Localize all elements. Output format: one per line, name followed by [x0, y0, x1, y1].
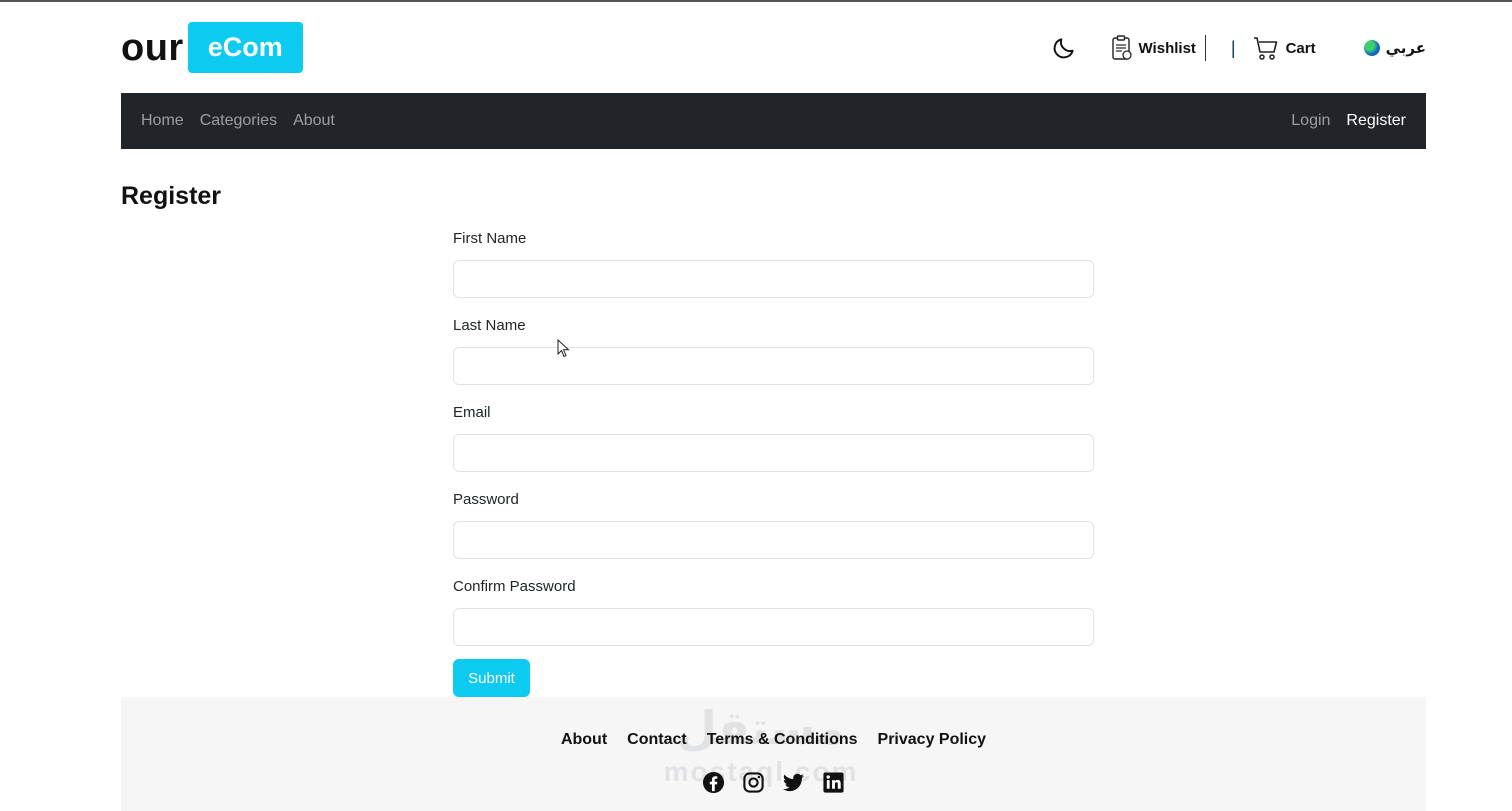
- language-switch[interactable]: عربي: [1363, 39, 1426, 57]
- first-name-label: First Name: [453, 230, 527, 247]
- email-input[interactable]: [453, 434, 1094, 472]
- email-group: Email: [453, 403, 1094, 490]
- logo-text-ecom: eCom: [187, 22, 303, 73]
- last-name-group: Last Name: [453, 316, 1094, 403]
- footer-link-about[interactable]: About: [561, 731, 607, 749]
- logo-text-our: our: [121, 26, 184, 69]
- linkedin-icon[interactable]: [822, 771, 845, 794]
- nav-categories[interactable]: Categories: [200, 112, 277, 130]
- footer-link-terms[interactable]: Terms & Conditions: [707, 731, 858, 749]
- footer-link-privacy[interactable]: Privacy Policy: [878, 731, 987, 749]
- header-separator: |: [1230, 37, 1236, 58]
- nav-register[interactable]: Register: [1346, 112, 1406, 130]
- facebook-icon[interactable]: [702, 771, 725, 794]
- wishlist-link[interactable]: Wishlist: [1111, 35, 1206, 61]
- brand-logo[interactable]: our eCom: [121, 22, 303, 73]
- footer-link-contact[interactable]: Contact: [627, 731, 687, 749]
- first-name-group: First Name: [453, 229, 1094, 316]
- instagram-icon[interactable]: [742, 771, 765, 794]
- register-form: First Name Last Name Email Password Conf…: [453, 229, 1094, 697]
- nav-right-group: Login Register: [1275, 93, 1406, 149]
- last-name-label: Last Name: [453, 317, 526, 334]
- cart-label: Cart: [1285, 39, 1316, 57]
- wishlist-label: Wishlist: [1138, 39, 1196, 57]
- nav-about[interactable]: About: [293, 112, 335, 130]
- dark-mode-toggle-icon[interactable]: [1051, 35, 1077, 61]
- wishlist-divider: [1204, 35, 1206, 61]
- cart-link[interactable]: Cart: [1252, 35, 1316, 61]
- nav-home[interactable]: Home: [141, 112, 184, 130]
- site-footer: مستقل mostaql.com About Contact Terms & …: [121, 697, 1426, 811]
- cart-icon: [1253, 37, 1277, 60]
- header-actions: Wishlist | Cart عربي: [1051, 32, 1426, 64]
- confirm-password-label: Confirm Password: [453, 578, 576, 595]
- nav-left-group: Home Categories About: [141, 93, 351, 149]
- first-name-input[interactable]: [453, 260, 1094, 298]
- globe-icon: [1363, 40, 1380, 56]
- confirm-password-input[interactable]: [453, 608, 1094, 646]
- password-input[interactable]: [453, 521, 1094, 559]
- main-navbar: Home Categories About Login Register: [121, 93, 1426, 149]
- password-group: Password: [453, 490, 1094, 577]
- footer-links: About Contact Terms & Conditions Privacy…: [121, 731, 1426, 749]
- language-label: عربي: [1385, 40, 1426, 57]
- window-top-border: [0, 0, 1512, 2]
- password-label: Password: [453, 491, 519, 508]
- page-title: Register: [121, 182, 222, 210]
- social-links: [121, 771, 1426, 794]
- confirm-password-group: Confirm Password: [453, 577, 1094, 664]
- mouse-pointer-icon: [557, 339, 570, 358]
- twitter-icon[interactable]: [782, 771, 805, 794]
- submit-button[interactable]: Submit: [453, 659, 530, 697]
- nav-login[interactable]: Login: [1291, 112, 1330, 130]
- last-name-input[interactable]: [453, 347, 1094, 385]
- email-label: Email: [453, 404, 491, 421]
- clipboard-heart-icon: [1111, 35, 1132, 60]
- site-header: our eCom Wishlist | Cart عربي: [121, 20, 1426, 76]
